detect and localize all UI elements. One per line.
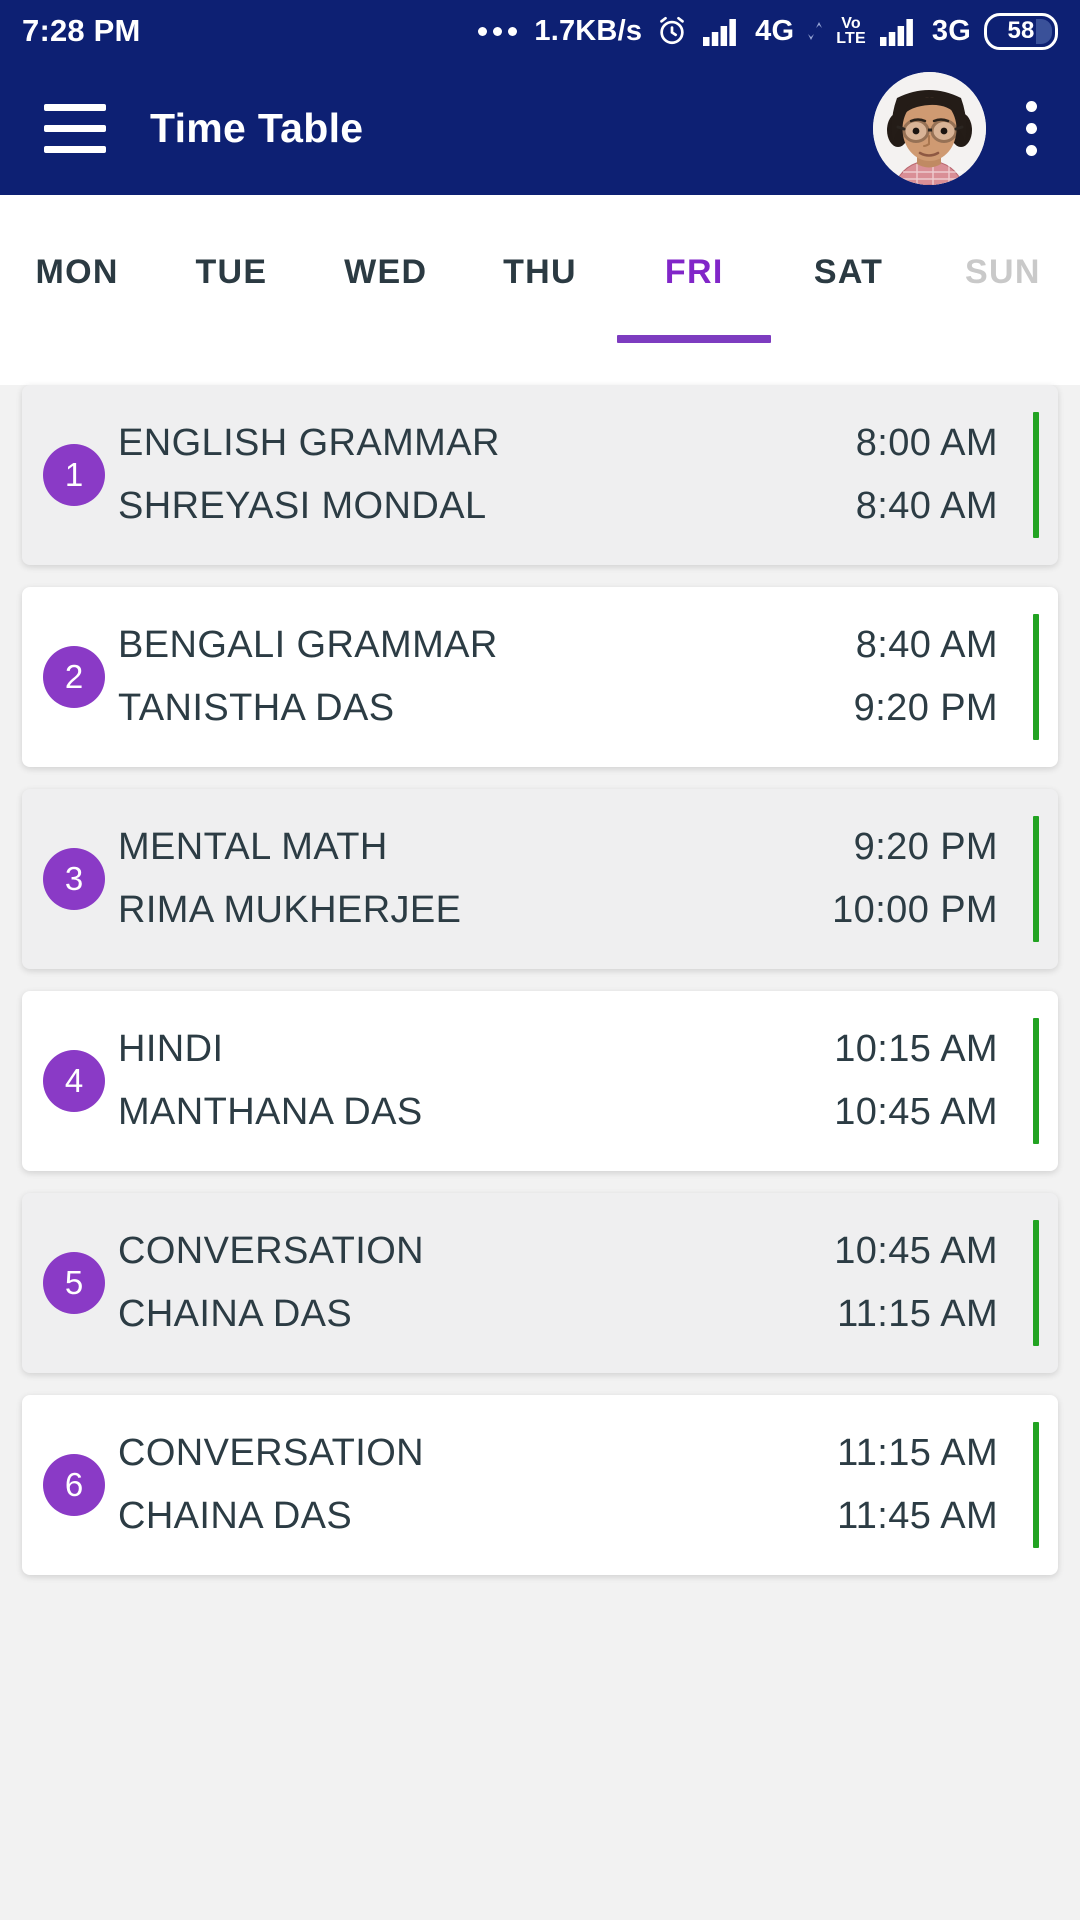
- teacher-label: RIMA MUKHERJEE: [118, 889, 462, 931]
- tab-mon[interactable]: MON: [0, 195, 154, 385]
- period-subject-row: HINDI 10:15 AM: [118, 1028, 998, 1071]
- period-number-badge: 3: [43, 848, 105, 910]
- period-subject-row: BENGALI GRAMMAR 8:40 AM: [118, 624, 998, 667]
- period-card[interactable]: 4 HINDI 10:15 AM MANTHANA DAS 10:45 AM: [22, 991, 1058, 1171]
- app-bar-actions: [873, 72, 1054, 185]
- subject-label: HINDI: [118, 1028, 224, 1070]
- network-type-3g-label: 3G: [931, 14, 971, 47]
- subject-label: BENGALI GRAMMAR: [118, 624, 498, 666]
- status-bar: 7:28 PM 1.7KB/s 4G Vo LTE 3G 58: [0, 0, 1080, 62]
- page-title: Time Table: [150, 105, 364, 151]
- data-transfer-arrows-icon: [807, 18, 823, 44]
- period-details: CONVERSATION 11:15 AM CHAINA DAS 11:45 A…: [118, 1432, 998, 1538]
- teacher-label: CHAINA DAS: [118, 1293, 353, 1335]
- more-vertical-icon[interactable]: [1008, 95, 1054, 162]
- tab-wed[interactable]: WED: [309, 195, 463, 385]
- avatar[interactable]: [873, 72, 986, 185]
- period-teacher-row: CHAINA DAS 11:45 AM: [118, 1495, 998, 1538]
- tab-thu[interactable]: THU: [463, 195, 617, 385]
- period-subject-row: MENTAL MATH 9:20 PM: [118, 826, 998, 869]
- start-time-label: 8:40 AM: [855, 624, 998, 666]
- period-subject-row: ENGLISH GRAMMAR 8:00 AM: [118, 422, 998, 465]
- hamburger-menu-icon[interactable]: [44, 104, 106, 153]
- start-time-label: 10:45 AM: [834, 1230, 998, 1272]
- day-tab-bar: MON TUE WED THU FRI SAT SUN: [0, 195, 1080, 385]
- battery-indicator: 58: [984, 12, 1058, 50]
- period-list: 1 ENGLISH GRAMMAR 8:00 AM SHREYASI MONDA…: [0, 385, 1080, 1575]
- app-bar: Time Table: [0, 62, 1080, 195]
- period-number-badge: 1: [43, 444, 105, 506]
- alarm-clock-icon: [655, 14, 689, 48]
- start-time-label: 8:00 AM: [855, 422, 998, 464]
- period-teacher-row: SHREYASI MONDAL 8:40 AM: [118, 485, 998, 528]
- period-accent-bar: [1033, 412, 1039, 538]
- period-subject-row: CONVERSATION 11:15 AM: [118, 1432, 998, 1475]
- subject-label: CONVERSATION: [118, 1432, 425, 1474]
- end-time-label: 10:00 PM: [832, 889, 998, 931]
- end-time-label: 11:15 AM: [837, 1293, 998, 1335]
- tab-fri[interactable]: FRI: [617, 195, 771, 385]
- period-card[interactable]: 1 ENGLISH GRAMMAR 8:00 AM SHREYASI MONDA…: [22, 385, 1058, 565]
- period-details: HINDI 10:15 AM MANTHANA DAS 10:45 AM: [118, 1028, 998, 1134]
- network-type-4g-label: 4G: [755, 14, 795, 47]
- volte-icon: Vo LTE: [836, 14, 866, 47]
- tab-sun[interactable]: SUN: [926, 195, 1080, 385]
- status-bar-overflow-dots-icon: [478, 26, 518, 36]
- period-card[interactable]: 3 MENTAL MATH 9:20 PM RIMA MUKHERJEE 10:…: [22, 789, 1058, 969]
- end-time-label: 9:20 PM: [853, 687, 998, 729]
- end-time-label: 10:45 AM: [834, 1091, 998, 1133]
- end-time-label: 8:40 AM: [855, 485, 998, 527]
- period-teacher-row: TANISTHA DAS 9:20 PM: [118, 687, 998, 730]
- teacher-label: CHAINA DAS: [118, 1495, 353, 1537]
- period-accent-bar: [1033, 1422, 1039, 1548]
- start-time-label: 10:15 AM: [834, 1028, 998, 1070]
- status-bar-icons: 1.7KB/s 4G Vo LTE 3G 58: [478, 12, 1058, 50]
- status-bar-clock: 7:28 PM: [22, 13, 141, 48]
- tab-tue[interactable]: TUE: [154, 195, 308, 385]
- subject-label: CONVERSATION: [118, 1230, 425, 1272]
- period-number-badge: 2: [43, 646, 105, 708]
- period-teacher-row: MANTHANA DAS 10:45 AM: [118, 1091, 998, 1134]
- teacher-label: TANISTHA DAS: [118, 687, 395, 729]
- period-card[interactable]: 2 BENGALI GRAMMAR 8:40 AM TANISTHA DAS 9…: [22, 587, 1058, 767]
- subject-label: ENGLISH GRAMMAR: [118, 422, 500, 464]
- teacher-label: SHREYASI MONDAL: [118, 485, 487, 527]
- period-number-badge: 4: [43, 1050, 105, 1112]
- network-speed-label: 1.7KB/s: [534, 14, 643, 47]
- period-card[interactable]: 6 CONVERSATION 11:15 AM CHAINA DAS 11:45…: [22, 1395, 1058, 1575]
- period-details: ENGLISH GRAMMAR 8:00 AM SHREYASI MONDAL …: [118, 422, 998, 528]
- period-accent-bar: [1033, 1018, 1039, 1144]
- period-accent-bar: [1033, 816, 1039, 942]
- period-accent-bar: [1033, 1220, 1039, 1346]
- period-details: BENGALI GRAMMAR 8:40 AM TANISTHA DAS 9:2…: [118, 624, 998, 730]
- period-details: MENTAL MATH 9:20 PM RIMA MUKHERJEE 10:00…: [118, 826, 998, 932]
- end-time-label: 11:45 AM: [837, 1495, 998, 1537]
- signal-bars-3g-icon: [879, 15, 919, 47]
- tab-sat[interactable]: SAT: [771, 195, 925, 385]
- period-number-badge: 5: [43, 1252, 105, 1314]
- signal-bars-4g-icon: [702, 15, 742, 47]
- subject-label: MENTAL MATH: [118, 826, 388, 868]
- period-subject-row: CONVERSATION 10:45 AM: [118, 1230, 998, 1273]
- period-details: CONVERSATION 10:45 AM CHAINA DAS 11:15 A…: [118, 1230, 998, 1336]
- period-teacher-row: CHAINA DAS 11:15 AM: [118, 1293, 998, 1336]
- period-teacher-row: RIMA MUKHERJEE 10:00 PM: [118, 889, 998, 932]
- period-number-badge: 6: [43, 1454, 105, 1516]
- teacher-label: MANTHANA DAS: [118, 1091, 423, 1133]
- start-time-label: 9:20 PM: [853, 826, 998, 868]
- start-time-label: 11:15 AM: [837, 1432, 998, 1474]
- period-accent-bar: [1033, 614, 1039, 740]
- period-card[interactable]: 5 CONVERSATION 10:45 AM CHAINA DAS 11:15…: [22, 1193, 1058, 1373]
